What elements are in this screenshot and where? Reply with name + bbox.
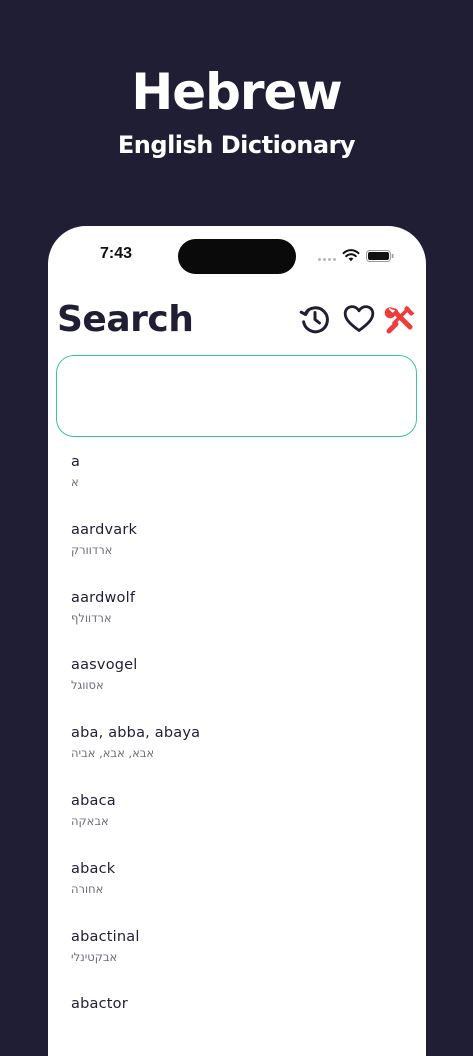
word-english: aback (71, 860, 116, 877)
word-hebrew: אבקטינלי (71, 949, 118, 964)
word-english: a (71, 454, 81, 470)
status-time: 7:43 (100, 245, 133, 262)
list-item[interactable]: abactor (48, 994, 426, 1056)
list-item[interactable]: aback אחורה (48, 859, 426, 927)
search-input[interactable] (56, 355, 417, 437)
tools-icon (384, 305, 415, 334)
list-item[interactable]: aardvark ארדוורק (48, 520, 426, 588)
settings-button[interactable] (384, 302, 418, 336)
battery-icon (366, 250, 394, 262)
word-hebrew: ארדוורק (71, 542, 113, 557)
word-hebrew: אסווגל (71, 678, 104, 693)
word-english: abaca (71, 792, 116, 809)
phone-screen: 7:43 Search a א aardvark ארדוורק aardwol… (48, 226, 426, 1056)
list-item[interactable]: aasvogel אסווגל (48, 655, 426, 723)
word-hebrew: אחורה (71, 881, 104, 896)
word-english: aardvark (71, 521, 138, 538)
word-english: abactinal (71, 928, 140, 945)
word-hebrew: אבא, אבא, אביה (71, 746, 155, 761)
word-english: aba, abba, abaya (71, 725, 201, 742)
favorites-button[interactable] (342, 302, 376, 336)
word-hebrew: ארדוולף (71, 610, 112, 625)
word-hebrew: א (71, 475, 79, 489)
hero-subtitle: English Dictionary (117, 131, 356, 159)
list-item[interactable]: aba, abba, abaya אבא, אבא, אביה (48, 723, 426, 791)
dynamic-island (178, 239, 296, 274)
list-item[interactable]: abaca אבאקה (48, 791, 426, 859)
history-button[interactable] (298, 302, 332, 336)
heart-icon (343, 305, 375, 332)
history-icon (299, 306, 329, 334)
word-list: a א aardvark ארדוורק aardwolf ארדוולף aa… (48, 452, 426, 1056)
page-title: Search (57, 299, 194, 340)
word-english: abactor (71, 996, 128, 1013)
wifi-icon (342, 249, 360, 262)
word-hebrew: אבאקה (71, 813, 109, 828)
cellular-signal-icon (318, 258, 338, 262)
list-item[interactable]: a א (48, 452, 426, 520)
word-english: aardwolf (71, 589, 136, 606)
word-english: aasvogel (71, 657, 138, 674)
list-item[interactable]: abactinal אבקטינלי (48, 927, 426, 995)
hero-title: Hebrew (131, 63, 342, 121)
list-item[interactable]: aardwolf ארדוולף (48, 588, 426, 656)
